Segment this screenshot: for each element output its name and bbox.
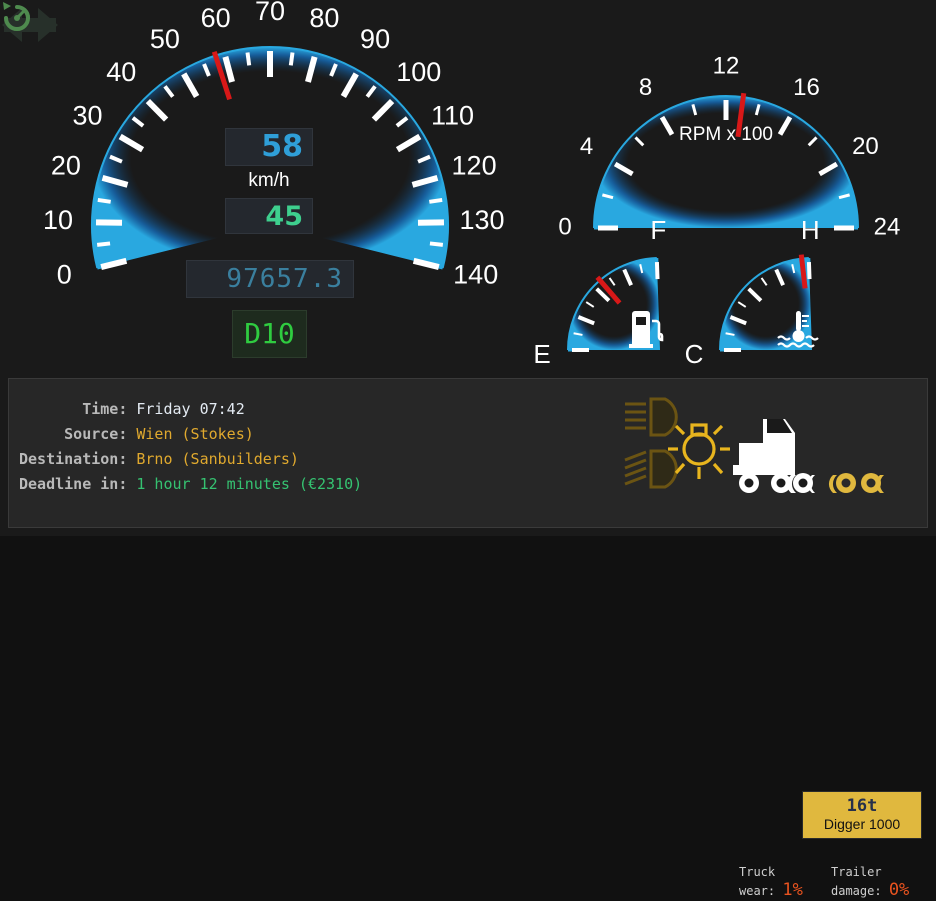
dashboard-root: 0 10 20 3040 50 60 70 80 90100 110 120 130 140 0 4 8 12… — [0, 0, 936, 536]
gauge-tick-label: 140 — [453, 259, 498, 289]
trip-info-row: Deadline in:1 hour 12 minutes (€2310) — [19, 475, 362, 493]
trip-info-value: Wien (Stokes) — [136, 425, 362, 443]
gauge-tick-label: 8 — [639, 74, 652, 101]
gauge-tick-label: 60 — [201, 3, 231, 33]
gauge-tick-label: 70 — [255, 0, 285, 26]
cargo-weight: 16t — [847, 797, 878, 816]
gauge-tick-label: 20 — [51, 151, 81, 181]
high-beam-icon — [625, 451, 676, 487]
cruise-control-readout: 45 — [225, 198, 313, 234]
gauge-tick-label: 90 — [360, 24, 390, 54]
fuel-pump-icon — [628, 308, 664, 350]
parking-lights-icon — [668, 425, 730, 479]
cargo-tag: 16t Digger 1000 — [802, 791, 922, 839]
odometer-readout: 97657.3 — [186, 260, 354, 298]
tachometer-caption: RPM x 100 — [679, 124, 773, 145]
gauge-tick-label: 120 — [452, 151, 497, 181]
gauge-tick-label: 40 — [106, 57, 136, 87]
gauge-tick-label: 20 — [852, 133, 879, 160]
trip-info-row: Time:Friday 07:42 — [19, 400, 362, 418]
truck-wear-label-2: wear: — [739, 884, 775, 898]
gauge-endpoint-label: E — [533, 339, 550, 369]
gauge-cluster: 0 10 20 3040 50 60 70 80 90100 110 120 130 140 0 4 8 12… — [0, 0, 936, 376]
trip-info-label: Deadline in: — [19, 475, 136, 493]
coolant-temp-icon — [776, 308, 820, 350]
trailer-damage-status: Trailer damage: 0% — [831, 865, 909, 901]
gauge-tick-label: 100 — [396, 57, 441, 87]
gauge-tick-label: 0 — [57, 259, 72, 289]
trailer-damage-value: 0% — [889, 880, 909, 900]
truck-wear-status: Truck wear: 1% — [739, 865, 803, 901]
gauge-tick-label: 50 — [150, 24, 180, 54]
speed-value: 58 — [261, 132, 303, 162]
gauge-tick-label: 24 — [874, 213, 901, 240]
gauge-endpoint-label: H — [801, 215, 820, 245]
truck-wear-value: 1% — [782, 880, 802, 900]
low-beam-icon — [625, 399, 676, 435]
truck-wear-label-1: Truck — [739, 865, 803, 880]
gauge-endpoint-label: C — [685, 339, 704, 369]
gauge-tick-label: 30 — [72, 100, 102, 130]
gear-indicator: D10 — [232, 310, 307, 358]
trip-info-label: Source: — [19, 425, 136, 443]
speed-unit-label: km/h — [225, 170, 313, 192]
tachometer-gauge: 0 4 8 12 16 20 24 — [558, 52, 900, 240]
gauge-tick-label: 80 — [309, 3, 339, 33]
gauge-tick-label: 0 — [558, 213, 571, 240]
cruise-control-icon — [0, 0, 34, 32]
trailer-damage-label-2: damage: — [831, 884, 882, 898]
gauge-tick-label: 4 — [580, 133, 593, 160]
trip-info-table: Time:Friday 07:42Source:Wien (Stokes)Des… — [19, 393, 362, 500]
trip-info-row: Destination:Brno (Sanbuilders) — [19, 450, 362, 468]
trip-info-panel: Time:Friday 07:42Source:Wien (Stokes)Des… — [8, 378, 928, 528]
gauge-tick-label: 12 — [713, 52, 740, 79]
trip-info-value: Friday 07:42 — [136, 400, 362, 418]
gauge-tick-label: 16 — [793, 74, 820, 101]
cruise-control-value: 45 — [265, 203, 303, 230]
trip-info-value: 1 hour 12 minutes (€2310) — [136, 475, 362, 493]
gauge-tick-label: 10 — [43, 205, 73, 235]
trip-info-label: Time: — [19, 400, 136, 418]
trip-info-row: Source:Wien (Stokes) — [19, 425, 362, 443]
odometer-value: 97657.3 — [226, 266, 343, 292]
trailer-wheels-icon — [829, 473, 884, 493]
speed-readout: 58 — [225, 128, 313, 166]
truck-wheels-icon — [739, 473, 815, 493]
gauge-tick-label: 110 — [431, 100, 474, 130]
trailer-damage-label-1: Trailer — [831, 865, 909, 880]
gear-value: D10 — [244, 320, 295, 348]
trip-info-label: Destination: — [19, 450, 136, 468]
truck-icon — [733, 419, 795, 475]
cargo-name: Digger 1000 — [824, 816, 900, 833]
trip-info-value: Brno (Sanbuilders) — [136, 450, 362, 468]
gauge-tick-label: 130 — [459, 205, 504, 235]
gauge-endpoint-label: F — [650, 215, 666, 245]
vehicle-status-icons — [621, 391, 931, 521]
